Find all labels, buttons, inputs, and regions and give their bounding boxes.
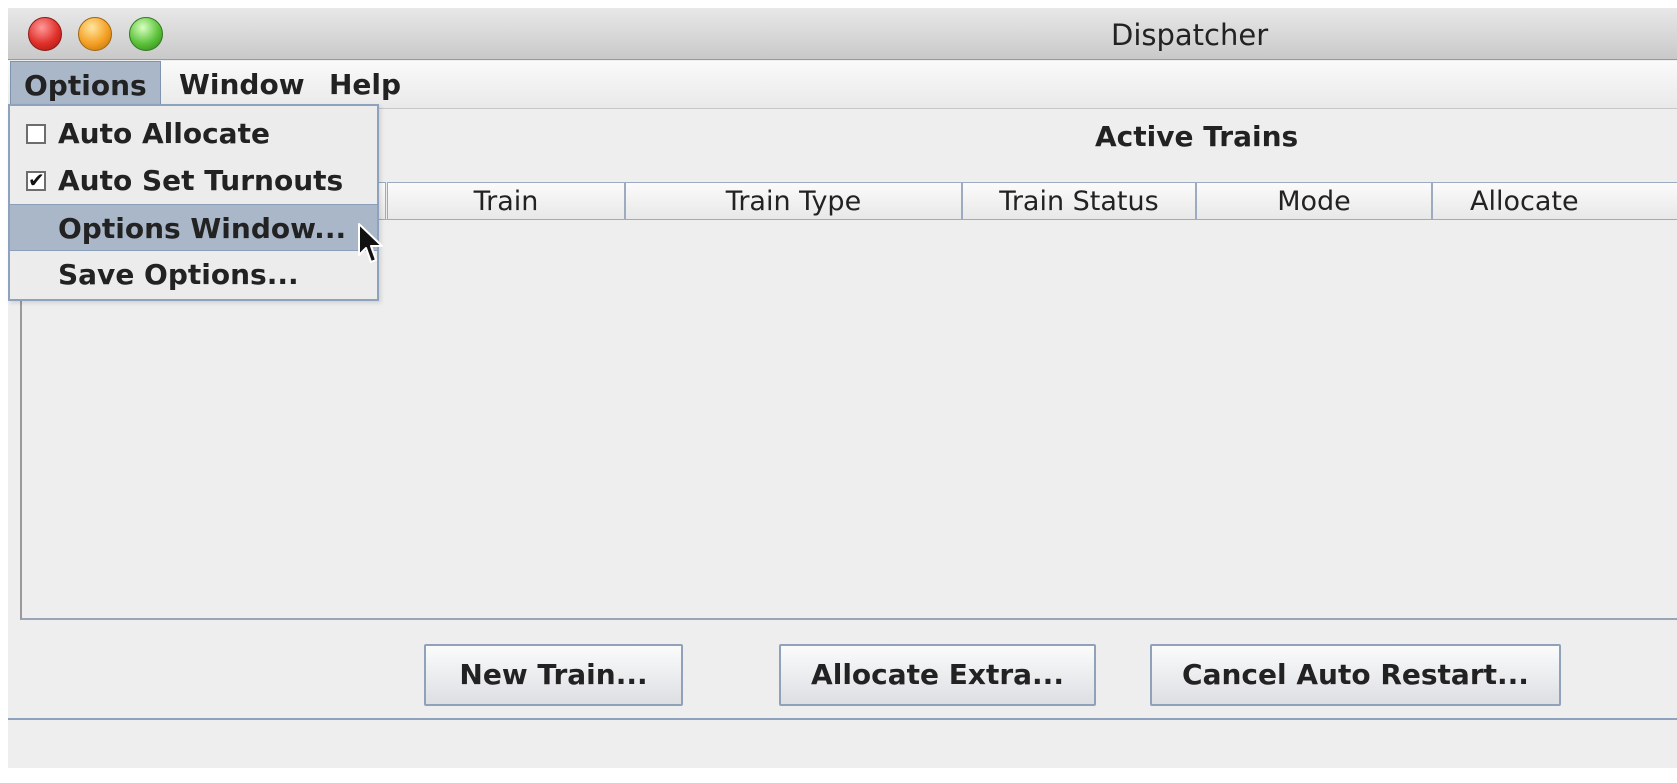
options-menu-dropdown: Auto Allocate ✔ Auto Set Turnouts Option… [8,104,379,301]
arrow-cursor-icon [358,223,383,263]
options-window-menu-item[interactable]: Options Window... [10,204,377,251]
window-title: Dispatcher [1111,18,1269,52]
auto-set-turnouts-checkbox-icon[interactable]: ✔ [26,170,46,191]
auto-allocate-checkbox-icon[interactable] [26,124,46,144]
window-bottom-divider [8,718,1677,720]
menu-window[interactable]: Window [166,61,318,109]
auto-allocate-label: Auto Allocate [58,117,270,150]
cancel-auto-restart-button[interactable]: Cancel Auto Restart... [1150,644,1561,706]
save-options-label: Save Options... [58,258,299,291]
menu-bar: Options Window Help [8,61,1677,109]
auto-allocate-menu-item[interactable]: Auto Allocate [10,110,377,157]
options-window-label: Options Window... [58,212,347,245]
title-bar: Dispatcher [8,8,1677,60]
auto-set-turnouts-menu-item[interactable]: ✔ Auto Set Turnouts [10,157,377,204]
allocate-extra-button[interactable]: Allocate Extra... [779,644,1096,706]
menu-help[interactable]: Help [316,61,414,109]
active-trains-title: Active Trains [1095,120,1299,153]
minimize-window-icon[interactable] [78,17,112,51]
menu-options[interactable]: Options [10,61,161,109]
new-train-button[interactable]: New Train... [424,644,683,706]
auto-set-turnouts-label: Auto Set Turnouts [58,164,344,197]
close-window-icon[interactable] [28,17,62,51]
save-options-menu-item[interactable]: Save Options... [10,251,377,298]
zoom-window-icon[interactable] [129,17,163,51]
